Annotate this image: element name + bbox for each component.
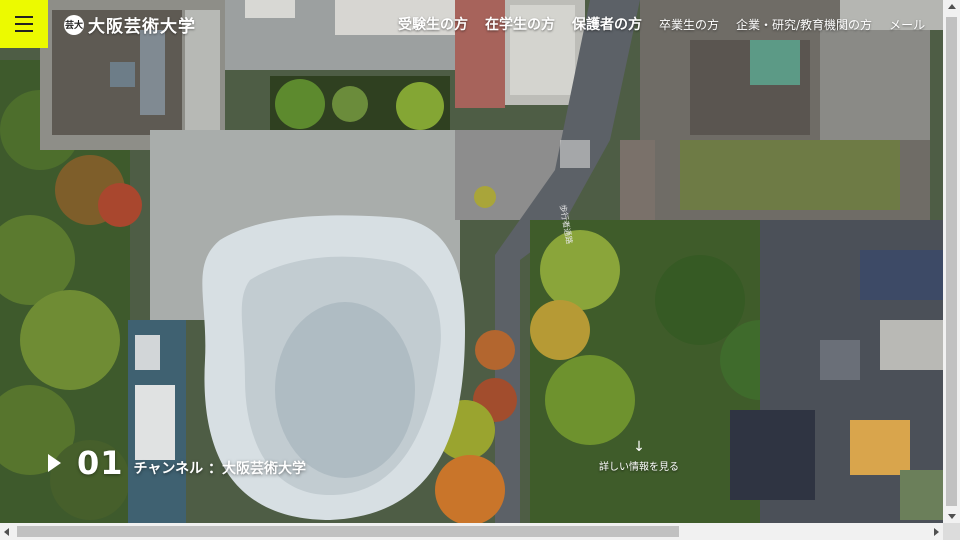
nav-applicants[interactable]: 受験生の方 [398,14,468,34]
logo-text: 大阪芸術大学 [88,17,196,37]
scroll-left-arrow-icon[interactable] [4,528,9,536]
nav-current-students[interactable]: 在学生の方 [485,14,555,34]
more-info-label: 詳しい情報を見る [599,462,679,473]
menu-line-icon [15,23,33,25]
nav-alumni[interactable]: 卒業生の方 [659,16,719,33]
play-icon[interactable] [48,454,61,472]
arrow-down-icon: ↓ [633,439,645,455]
logo-emblem-icon: 芸大 [64,14,84,35]
nav-mail[interactable]: メール [889,16,925,33]
scrollbar-corner [943,523,960,540]
vertical-scrollbar[interactable] [943,0,960,523]
scroll-up-arrow-icon[interactable] [948,4,956,9]
scroll-down-arrow-icon[interactable] [948,514,956,519]
nav-companies-institutions[interactable]: 企業・研究/教育機関の方 [736,16,872,33]
menu-line-icon [15,30,33,32]
channel-label: チャンネル ：大阪芸術大学 [133,461,306,477]
hamburger-menu-button[interactable] [0,0,48,48]
menu-line-icon [15,16,33,18]
more-info-link[interactable]: ↓ 詳しい情報を見る [597,440,681,473]
horizontal-scroll-thumb[interactable] [17,526,679,537]
site-logo[interactable]: 芸大 大阪芸術大学 [64,12,196,37]
top-navigation: 受験生の方 在学生の方 保護者の方 卒業生の方 企業・研究/教育機関の方 メール [398,14,925,34]
channel-indicator: 01 チャンネル ：大阪芸術大学 [48,444,306,482]
channel-number: 01 [77,444,124,482]
vertical-scroll-thumb[interactable] [946,17,957,506]
nav-parents[interactable]: 保護者の方 [572,14,642,34]
horizontal-scrollbar[interactable] [0,523,943,540]
scroll-right-arrow-icon[interactable] [934,528,939,536]
